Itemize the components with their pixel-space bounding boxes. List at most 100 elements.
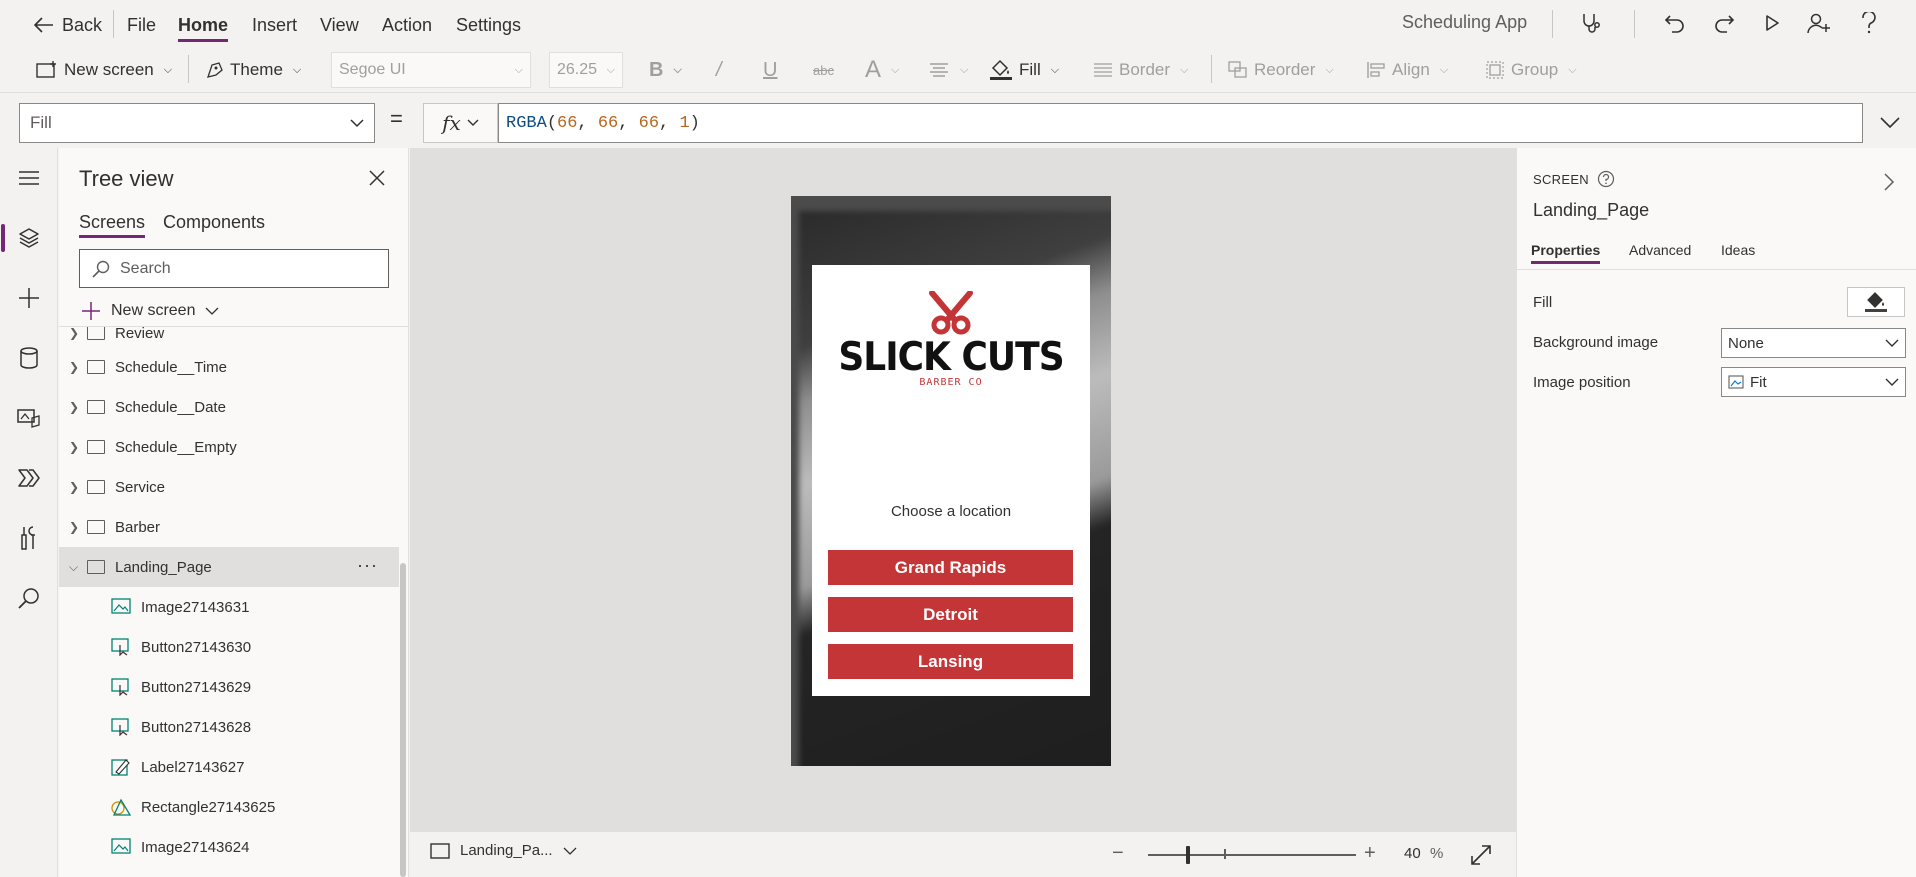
media-icon[interactable] (9, 398, 49, 438)
app-checker-icon[interactable] (1576, 8, 1606, 38)
menu-file[interactable]: File (127, 10, 156, 40)
tree-row-screen[interactable]: ❯ Schedule__Date (59, 387, 399, 427)
zoom-slider-thumb[interactable] (1186, 846, 1190, 864)
tree-row-label: Rectangle27143625 (141, 798, 276, 816)
strikethrough-button[interactable]: abc (813, 55, 834, 85)
back-button[interactable]: Back (34, 10, 102, 40)
tab-components[interactable]: Components (163, 212, 265, 233)
database-icon[interactable] (9, 338, 49, 378)
chevron-right-icon[interactable]: ❯ (59, 360, 87, 374)
tools-icon[interactable] (9, 518, 49, 558)
chevron-right-icon[interactable]: ❯ (59, 520, 87, 534)
new-screen-tree-button[interactable]: New screen (81, 296, 219, 326)
tab-advanced[interactable]: Advanced (1629, 242, 1691, 258)
tree-row-control[interactable]: Image27143624 (59, 827, 399, 867)
help-circle-icon[interactable] (1597, 170, 1615, 188)
image-position-select[interactable]: Fit (1721, 367, 1906, 397)
power-automate-icon[interactable] (9, 458, 49, 498)
location-button-detroit[interactable]: Detroit (828, 597, 1073, 632)
tree-row-screen-selected[interactable]: ⌵ Landing_Page ··· (59, 547, 399, 587)
close-icon[interactable] (363, 164, 391, 192)
bold-button[interactable]: B ⌵ (649, 55, 682, 85)
share-icon[interactable] (1804, 8, 1834, 38)
menu-settings[interactable]: Settings (456, 10, 521, 40)
control-name[interactable]: Landing_Page (1533, 200, 1649, 221)
play-icon[interactable] (1757, 8, 1787, 38)
tree-row-control[interactable]: Label27143627 (59, 747, 399, 787)
font-color-button[interactable]: A ⌵ (865, 55, 899, 85)
tab-ideas[interactable]: Ideas (1721, 242, 1755, 258)
background-image-select[interactable]: None (1721, 328, 1906, 358)
group-button[interactable]: Group ⌵ (1485, 55, 1577, 85)
zoom-in-button[interactable]: + (1364, 842, 1376, 865)
background-image-label: Background image (1533, 334, 1659, 351)
chevron-right-icon[interactable]: ❯ (59, 440, 87, 454)
chevron-right-icon[interactable]: ❯ (59, 327, 87, 340)
tree-row-screen[interactable]: ❯ Schedule__Empty (59, 427, 399, 467)
group-label: Group (1511, 60, 1559, 79)
tab-properties[interactable]: Properties (1531, 242, 1601, 264)
chevron-right-icon[interactable]: ❯ (59, 400, 87, 414)
design-canvas[interactable]: SLICK CUTS BARBER CO Choose a location G… (410, 148, 1516, 831)
tree-row-control[interactable]: Image27143631 (59, 587, 399, 627)
chevron-down-icon: ⌵ (1568, 63, 1577, 76)
fx-button[interactable]: fx (423, 103, 498, 143)
search-input[interactable]: Search (79, 249, 389, 288)
screen-selector[interactable]: Landing_Pa... (430, 842, 577, 859)
fit-to-window-icon[interactable] (1468, 842, 1494, 868)
tab-screens[interactable]: Screens (79, 212, 146, 238)
tree-row-screen[interactable]: ❯ Service (59, 467, 399, 507)
tree-row-label: Label27143627 (141, 758, 245, 776)
menu-home[interactable]: Home (178, 10, 229, 42)
font-family-select[interactable]: Segoe UI ⌵ (331, 52, 531, 88)
property-select[interactable]: Fill (19, 103, 375, 143)
formula-function: RGBA (506, 113, 547, 133)
undo-icon[interactable] (1660, 8, 1690, 38)
location-button-lansing[interactable]: Lansing (828, 644, 1073, 679)
expand-formula-button[interactable] (1870, 108, 1910, 138)
text-align-button[interactable]: ⌵ (928, 55, 968, 85)
new-screen-button[interactable]: New screen ⌵ (36, 55, 172, 85)
tree-row-control[interactable]: Button27143630 (59, 627, 399, 667)
control-kind-label: SCREEN (1533, 171, 1589, 187)
tree-row-screen[interactable]: ❯ Barber (59, 507, 399, 547)
chevron-right-icon[interactable]: ❯ (59, 480, 87, 494)
tree-row-control[interactable]: Button27143629 (59, 667, 399, 707)
fill-color-picker[interactable] (1847, 287, 1905, 317)
zoom-slider-track[interactable] (1148, 854, 1356, 856)
redo-icon[interactable] (1709, 8, 1739, 38)
menu-action[interactable]: Action (382, 10, 432, 40)
border-button[interactable]: Border ⌵ (1093, 55, 1188, 85)
tree-row-screen[interactable]: ❯ Schedule__Time (59, 347, 399, 387)
formula-input[interactable]: RGBA(66, 66, 66, 1) (498, 103, 1863, 143)
divider (1517, 269, 1916, 270)
menu-insert[interactable]: Insert (252, 10, 297, 40)
tree-scrollbar[interactable] (400, 563, 406, 877)
align-button[interactable]: Align ⌵ (1366, 55, 1448, 85)
tree-row-control[interactable]: Rectangle27143625 (59, 787, 399, 827)
italic-button[interactable]: / (716, 55, 722, 85)
location-card[interactable]: SLICK CUTS BARBER CO Choose a location G… (812, 265, 1090, 696)
theme-button[interactable]: Theme ⌵ (206, 55, 301, 85)
tree-row-control[interactable]: Button27143628 (59, 707, 399, 747)
zoom-out-button[interactable]: − (1112, 842, 1124, 865)
font-size-select[interactable]: 26.25 ⌵ (549, 52, 623, 88)
image-icon (111, 598, 131, 616)
chevron-down-icon: ⌵ (1439, 63, 1449, 76)
screen-icon (87, 440, 105, 454)
menu-view[interactable]: View (320, 10, 359, 40)
reorder-button[interactable]: Reorder ⌵ (1228, 55, 1334, 85)
tree-row-label: Service (115, 478, 166, 496)
search-icon[interactable] (9, 578, 49, 618)
hamburger-icon[interactable] (9, 158, 49, 198)
more-options-icon[interactable]: ··· (357, 555, 378, 576)
screen-icon (87, 480, 105, 494)
layers-icon[interactable] (1, 218, 49, 258)
underline-button[interactable]: U (763, 55, 777, 85)
location-button-grand-rapids[interactable]: Grand Rapids (828, 550, 1073, 585)
help-icon[interactable] (1854, 8, 1884, 38)
fill-button[interactable]: Fill ⌵ (989, 55, 1059, 85)
chevron-down-icon[interactable]: ⌵ (59, 560, 87, 575)
chevron-right-icon[interactable] (1877, 170, 1901, 194)
insert-plus-icon[interactable] (9, 278, 49, 318)
